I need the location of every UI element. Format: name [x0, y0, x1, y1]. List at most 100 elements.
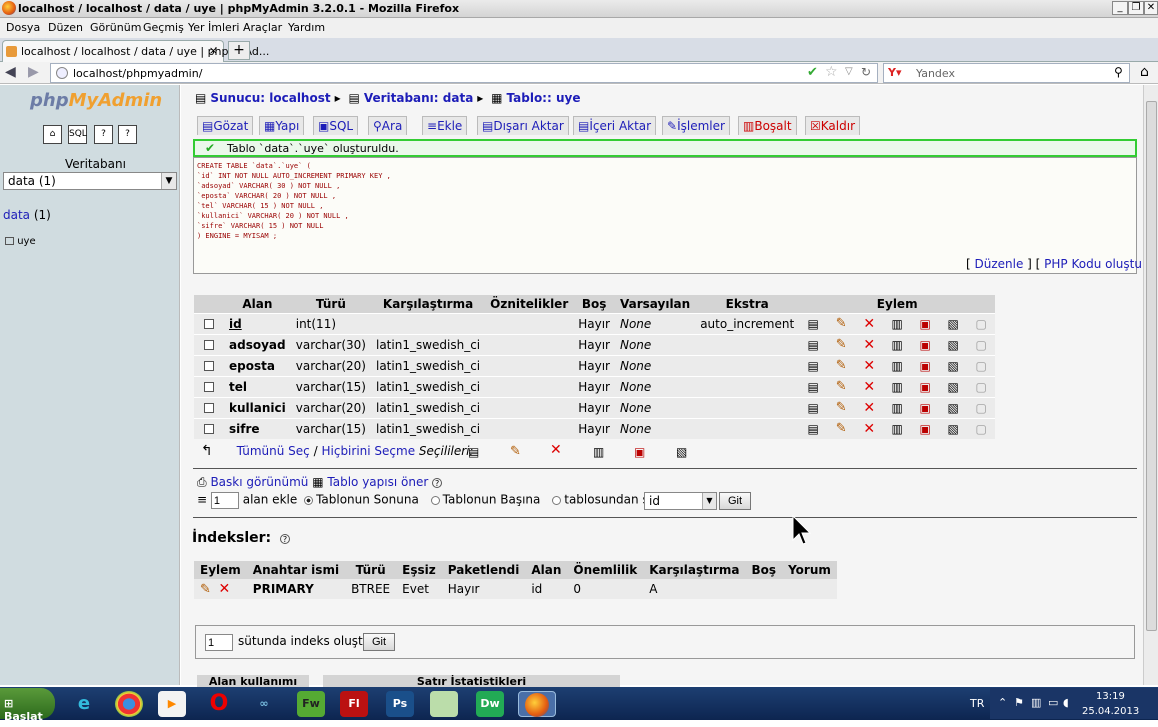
fulltext-icon[interactable]: ▢	[976, 380, 987, 394]
tray-flag-icon[interactable]: ⚑	[1014, 696, 1024, 709]
drop-icon[interactable]: ✕	[863, 379, 875, 395]
menu-gorunum[interactable]: Görünüm	[90, 21, 141, 34]
check-all-link[interactable]: Tümünü Seç	[237, 444, 310, 458]
drop-icon[interactable]: ✕	[219, 581, 231, 597]
menu-araclar[interactable]: Araçlar	[243, 21, 282, 34]
edit-icon[interactable]: ✎	[836, 358, 847, 373]
help-icon[interactable]: ?	[280, 534, 291, 544]
index-column-count[interactable]	[205, 634, 233, 651]
edit-icon[interactable]: ✎	[836, 337, 847, 352]
uncheck-all-link[interactable]: Hiçbirini Seçme	[321, 444, 415, 458]
chevron-down-icon[interactable]: ▼	[161, 173, 176, 189]
chrome-icon[interactable]	[115, 691, 143, 717]
fulltext-icon[interactable]: ▢	[976, 317, 987, 331]
edit-icon[interactable]: ✎	[510, 444, 521, 459]
reload-icon[interactable]: ↻	[861, 65, 871, 79]
drop-icon[interactable]: ✕	[863, 421, 875, 437]
crumb-database[interactable]: Veritabanı: data	[364, 91, 473, 105]
chevron-down-icon[interactable]: ▼	[702, 493, 716, 509]
table-link[interactable]: uye	[17, 236, 35, 247]
unique-icon[interactable]: ▣	[920, 380, 931, 394]
row-checkbox[interactable]	[204, 424, 214, 435]
browse-distinct-icon[interactable]: ▤	[808, 359, 819, 373]
fulltext-icon[interactable]: ▢	[976, 338, 987, 352]
firefox-taskbar-button[interactable]	[518, 691, 556, 717]
tab-operations[interactable]: ✎İşlemler	[662, 116, 730, 135]
tab-browse[interactable]: ▤Gözat	[197, 116, 254, 135]
create-index-go-button[interactable]: Git	[363, 633, 396, 651]
tab-empty[interactable]: ▥Boşalt	[738, 116, 797, 135]
drop-icon[interactable]: ✕	[863, 358, 875, 374]
docs-button[interactable]: ?	[94, 125, 113, 144]
search-icon[interactable]: ⚲	[1114, 65, 1123, 79]
primary-key-icon[interactable]: ▥	[892, 317, 903, 331]
tab-close-icon[interactable]: ×	[209, 44, 218, 57]
browser-tab[interactable]: localhost / localhost / data / uye | php…	[2, 40, 269, 62]
propose-structure-link[interactable]: Tablo yapısı öner	[327, 475, 428, 489]
unique-icon[interactable]: ▣	[920, 359, 931, 373]
unique-icon[interactable]: ▣	[920, 401, 931, 415]
drop-icon[interactable]: ✕	[863, 400, 875, 416]
start-button[interactable]: ⊞ Başlat	[0, 688, 55, 723]
primary-key-icon[interactable]: ▥	[892, 401, 903, 415]
scrollbar-thumb[interactable]	[1146, 101, 1157, 631]
tab-structure[interactable]: ▦Yapı	[259, 116, 305, 135]
index-icon[interactable]: ▧	[948, 359, 959, 373]
fulltext-icon[interactable]: ▢	[976, 359, 987, 373]
fireworks-icon[interactable]: Fw	[297, 691, 325, 717]
tab-search[interactable]: ⚲Ara	[368, 116, 408, 135]
browse-distinct-icon[interactable]: ▤	[808, 338, 819, 352]
sql-query-button[interactable]: SQL	[68, 125, 87, 144]
print-view-link[interactable]: Baskı görünümü	[210, 475, 308, 489]
tray-expand-icon[interactable]: ⌃	[998, 696, 1007, 709]
bookmark-star-icon[interactable]: ☆	[825, 64, 838, 80]
db-tree-item[interactable]: data (1)	[3, 208, 51, 222]
vertical-scrollbar[interactable]	[1143, 85, 1158, 685]
ie-icon[interactable]: e	[70, 691, 98, 717]
index-icon[interactable]: ▧	[948, 338, 959, 352]
search-bar[interactable]: Y▾ Yandex ⚲	[883, 63, 1130, 83]
edit-icon[interactable]: ✎	[836, 400, 847, 415]
url-bar[interactable]: localhost/phpmyadmin/ ✔ ☆ ▽ ↻	[50, 63, 878, 83]
browse-distinct-icon[interactable]: ▤	[808, 380, 819, 394]
index-icon[interactable]: ▧	[948, 380, 959, 394]
volume-icon[interactable]: ◖	[1063, 696, 1069, 709]
tab-insert[interactable]: ≡Ekle	[422, 116, 468, 135]
table-tree-item[interactable]: uye	[5, 236, 36, 247]
help-icon[interactable]: ?	[432, 478, 443, 488]
unique-icon[interactable]: ▣	[634, 445, 645, 459]
browse-icon[interactable]: ▤	[468, 445, 479, 459]
forward-arrow-icon[interactable]: ▶	[28, 64, 39, 80]
fulltext-icon[interactable]: ▢	[976, 401, 987, 415]
primary-key-icon[interactable]: ▥	[892, 359, 903, 373]
clock-time[interactable]: 13:19	[1096, 691, 1125, 702]
index-icon[interactable]: ▧	[948, 317, 959, 331]
home-icon[interactable]: ⌂	[1140, 64, 1149, 80]
opera-icon[interactable]: O	[205, 691, 233, 717]
drop-icon[interactable]: ✕	[863, 337, 875, 353]
fulltext-icon[interactable]: ▢	[976, 422, 987, 436]
menu-dosya[interactable]: Dosya	[6, 21, 40, 34]
browse-distinct-icon[interactable]: ▤	[808, 401, 819, 415]
menu-duzen[interactable]: Düzen	[48, 21, 83, 34]
browse-distinct-icon[interactable]: ▤	[808, 317, 819, 331]
drop-icon[interactable]: ✕	[863, 316, 875, 332]
menu-gecmis[interactable]: Geçmiş	[143, 21, 184, 34]
network-icon[interactable]: ▥	[1031, 696, 1041, 709]
primary-key-icon[interactable]: ▥	[892, 380, 903, 394]
radio-after[interactable]	[552, 495, 562, 505]
flash-icon[interactable]: Fl	[340, 691, 368, 717]
back-arrow-icon[interactable]: ◀	[5, 64, 16, 80]
unique-icon[interactable]: ▣	[920, 338, 931, 352]
index-icon[interactable]: ▧	[948, 401, 959, 415]
edit-icon[interactable]: ✎	[200, 582, 211, 597]
radio-end[interactable]	[304, 495, 314, 505]
language-indicator[interactable]: TR	[970, 697, 984, 710]
add-field-count[interactable]	[210, 492, 239, 509]
primary-key-icon[interactable]: ▥	[593, 445, 604, 459]
edit-query-link[interactable]: Düzenle	[975, 257, 1024, 271]
tab-export[interactable]: ▤Dışarı Aktar	[477, 116, 569, 135]
photoshop-icon[interactable]: Ps	[386, 691, 414, 717]
row-checkbox[interactable]	[204, 403, 214, 413]
media-player-icon[interactable]: ▶	[158, 691, 186, 717]
